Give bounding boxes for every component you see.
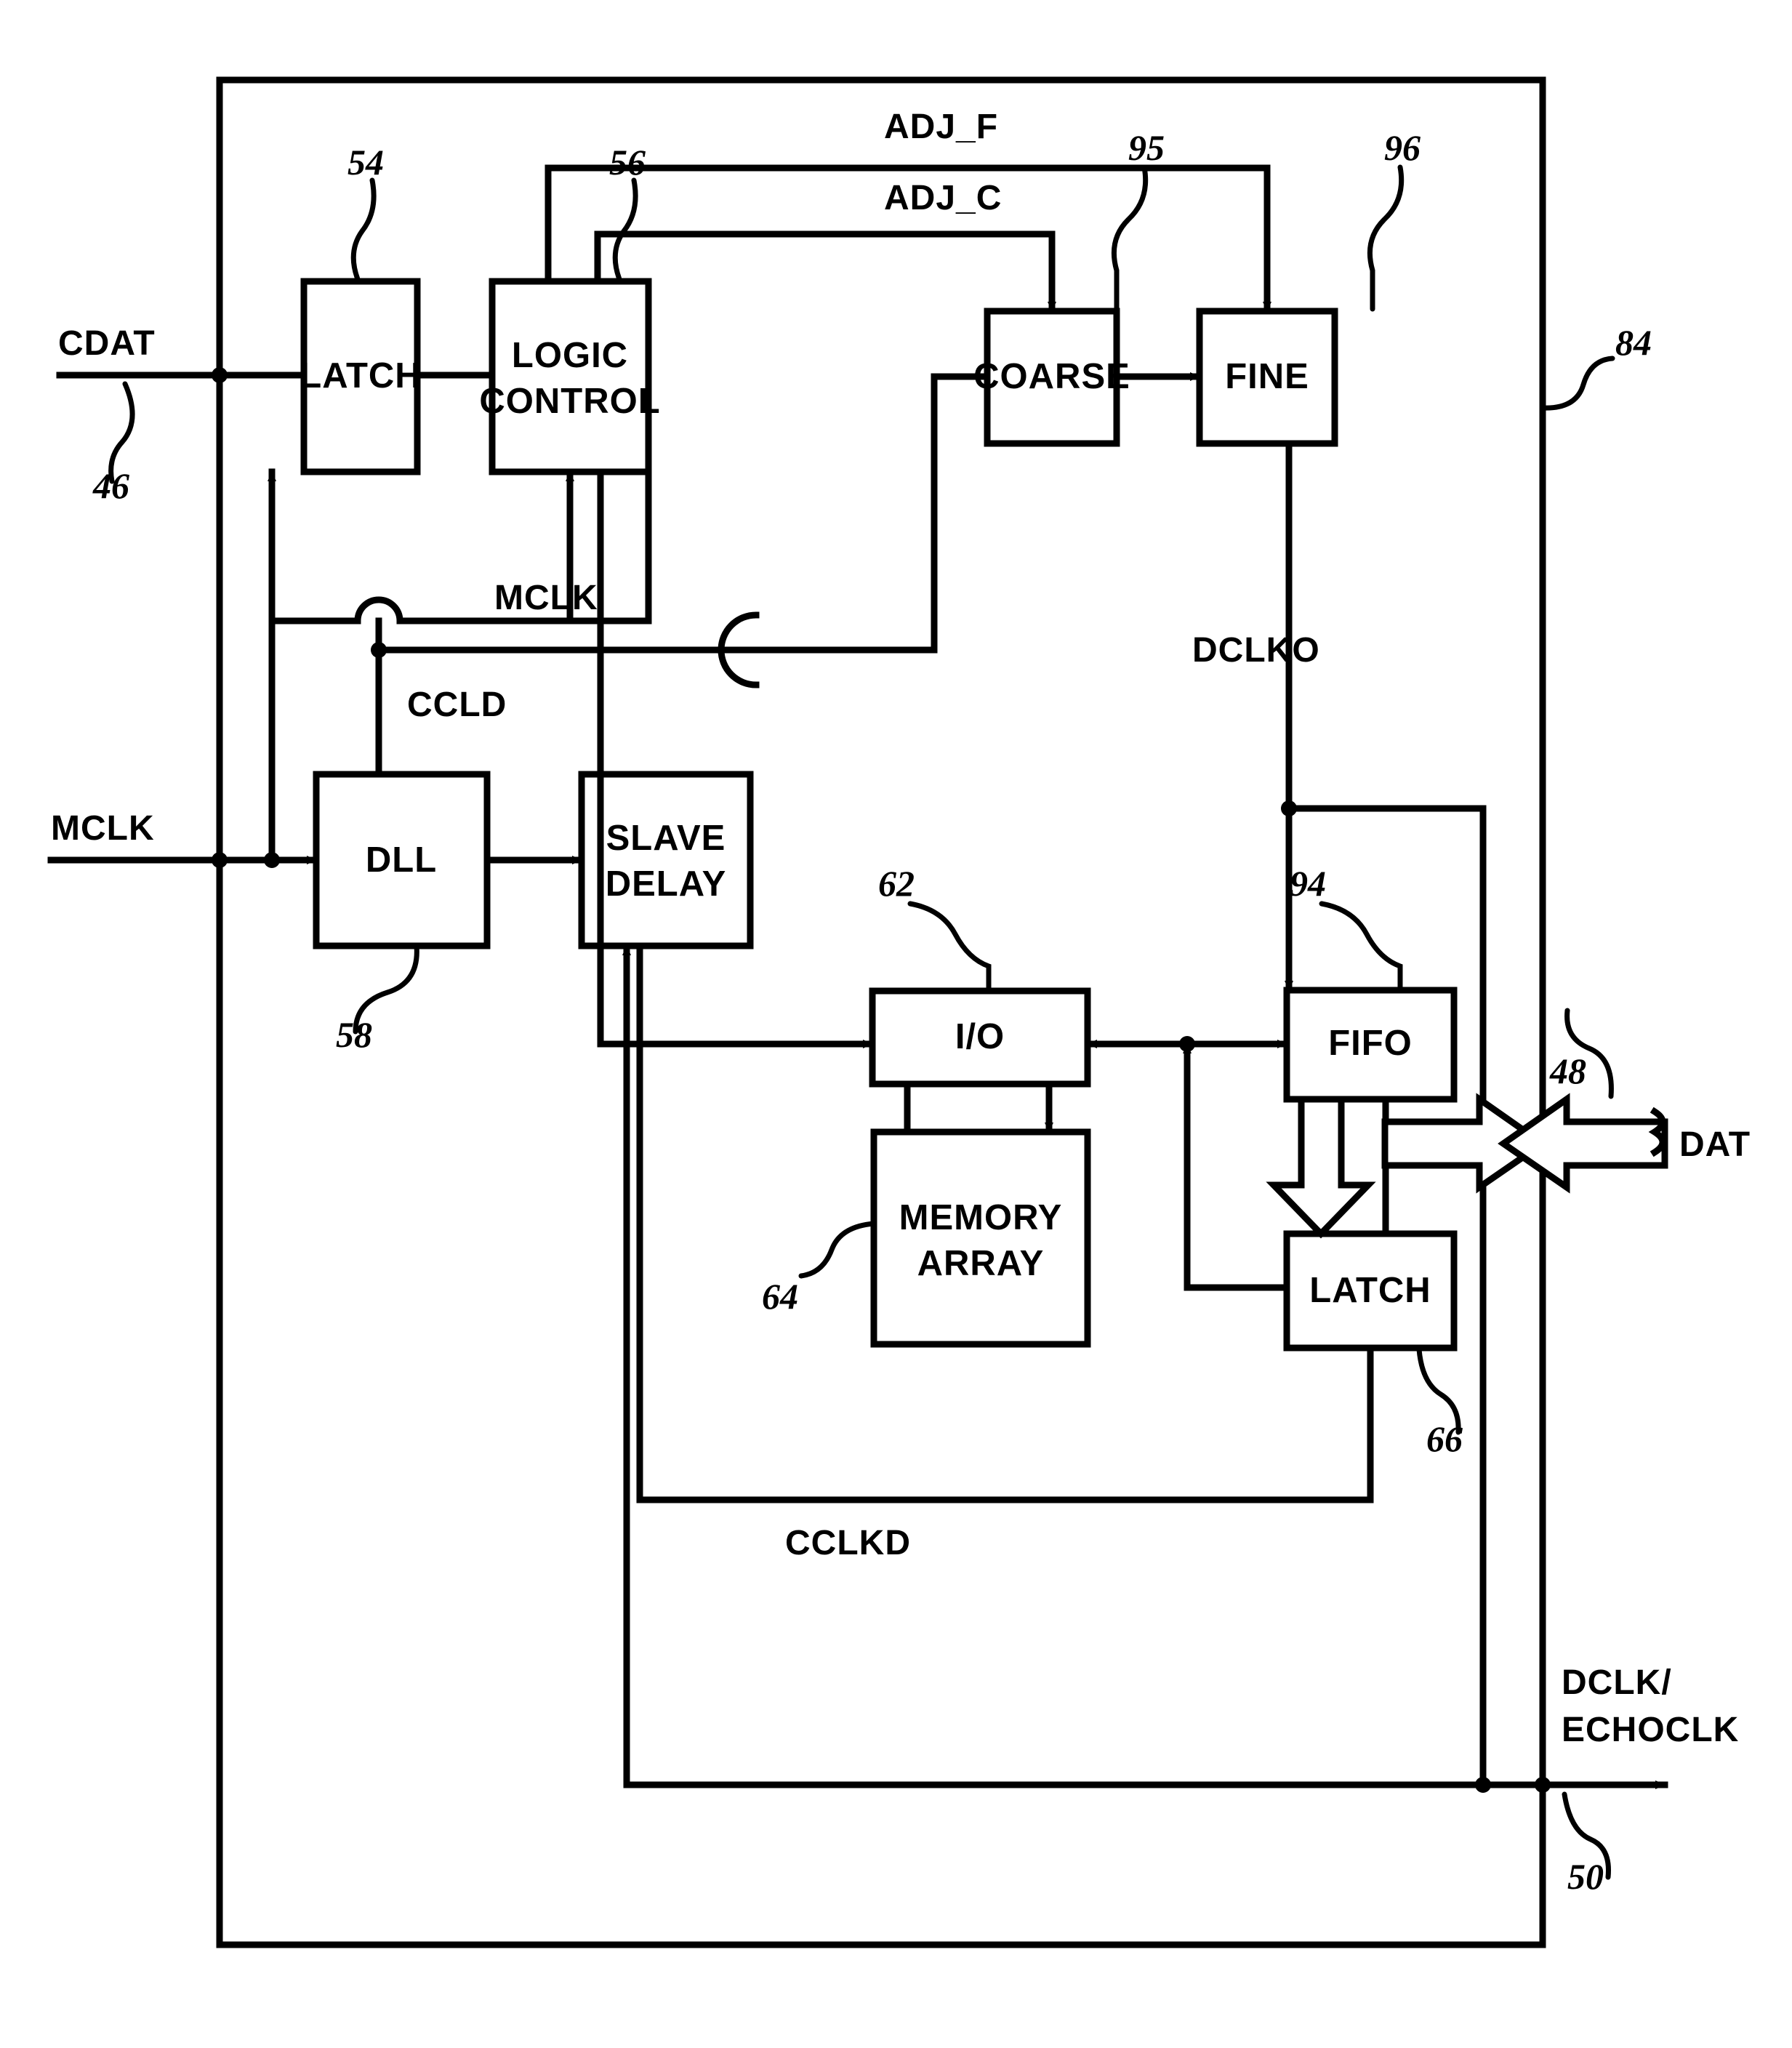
- label-logic-control-line1: LOGIC: [512, 336, 628, 375]
- ref-numeral-58: 58: [336, 1014, 372, 1055]
- label-adj-f: ADJ_F: [884, 108, 998, 146]
- block-slave-delay[interactable]: [578, 771, 754, 949]
- label-dclko: DCLKO: [1192, 631, 1320, 670]
- junction-ccld: [371, 642, 387, 658]
- leader-54: [350, 177, 377, 282]
- leader-62: [907, 901, 992, 992]
- label-latch-input: LATCH: [300, 356, 421, 395]
- label-memory-array-line2: ARRAY: [917, 1244, 1045, 1283]
- ref-numeral-62: 62: [878, 863, 915, 904]
- junction-io-fifo-bus: [1179, 1036, 1195, 1052]
- ref-numeral-48: 48: [1549, 1051, 1586, 1091]
- block-diagram-svg: LATCH LOGIC CONTROL COARSE FINE DLL SLAV…: [47, 76, 1751, 1948]
- ref-numeral-95: 95: [1128, 127, 1165, 168]
- junction-dclk-boundary: [1535, 1777, 1551, 1793]
- ref-numeral-46: 46: [92, 465, 129, 506]
- label-latch-output: LATCH: [1309, 1271, 1431, 1310]
- ref-numeral-84: 84: [1615, 322, 1652, 363]
- ref-numeral-96: 96: [1384, 127, 1421, 168]
- figure-canvas: LATCH LOGIC CONTROL COARSE FINE DLL SLAV…: [0, 0, 1792, 2048]
- label-dclk-echoclk-line1: DCLK/: [1562, 1663, 1672, 1702]
- block-logic-control[interactable]: [489, 278, 652, 475]
- leader-96: [1367, 164, 1405, 312]
- label-mclk-input: MCLK: [51, 809, 155, 848]
- ref-numeral-66: 66: [1426, 1418, 1463, 1459]
- label-cclkd: CCLKD: [785, 1524, 911, 1562]
- leader-94: [1319, 901, 1403, 992]
- label-dclk-echoclk-line2: ECHOCLK: [1562, 1711, 1739, 1749]
- label-slave-delay-line1: SLAVE: [606, 819, 726, 858]
- label-ccld: CCLD: [407, 686, 507, 724]
- ref-numeral-50: 50: [1567, 1856, 1604, 1897]
- ref-numeral-54: 54: [347, 142, 384, 182]
- label-coarse: COARSE: [973, 357, 1130, 396]
- leader-95: [1111, 164, 1149, 312]
- bus-arrow-fifo-to-latch: [1266, 1096, 1376, 1239]
- label-logic-control-line2: CONTROL: [479, 382, 660, 421]
- junction-dclk-rail: [1475, 1777, 1491, 1793]
- label-memory-array-line1: MEMORY: [899, 1198, 1063, 1237]
- label-io: I/O: [955, 1017, 1005, 1056]
- label-dat: DAT: [1679, 1125, 1751, 1164]
- label-slave-delay-line2: DELAY: [606, 864, 727, 904]
- ref-numeral-94: 94: [1290, 863, 1326, 904]
- label-fifo: FIFO: [1328, 1024, 1413, 1063]
- block-memory-array[interactable]: [870, 1128, 1091, 1348]
- label-cdat: CDAT: [58, 324, 156, 363]
- junction-mclk-in: [212, 852, 228, 868]
- leader-84: [1540, 356, 1615, 411]
- label-dll: DLL: [366, 840, 437, 880]
- ref-numeral-56: 56: [609, 142, 646, 182]
- leader-64: [798, 1221, 877, 1279]
- wire-adj-c: [594, 230, 1056, 315]
- ref-numeral-64: 64: [762, 1276, 798, 1317]
- label-fine: FINE: [1225, 357, 1309, 396]
- junction-dclko: [1281, 800, 1297, 816]
- label-mclk-internal: MCLK: [494, 579, 598, 617]
- leader-56: [612, 177, 638, 282]
- junction-mclk-branch: [264, 852, 280, 868]
- bus-arrow-dat-in: [1498, 1093, 1668, 1194]
- wire-ccld-to-coarse: [752, 372, 991, 654]
- junction-cdat: [212, 367, 228, 383]
- label-adj-c: ADJ_C: [884, 179, 1002, 217]
